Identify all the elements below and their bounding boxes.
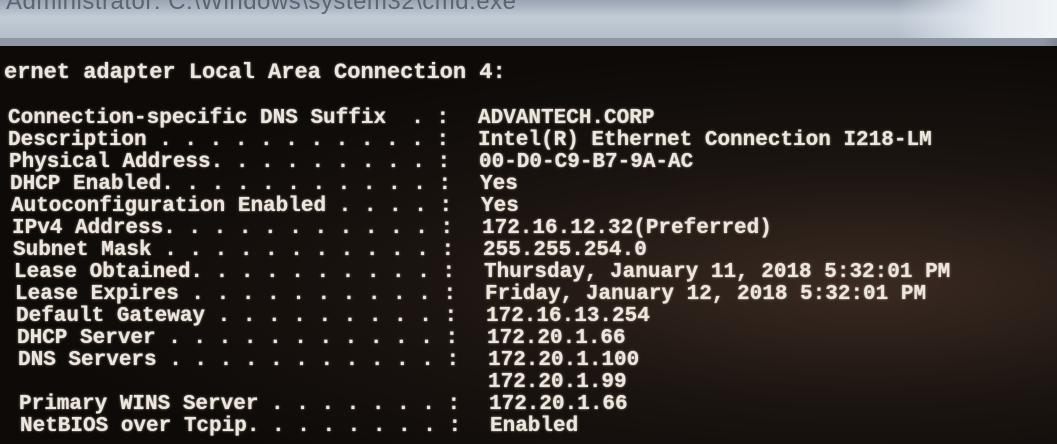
row-value: Yes <box>480 173 518 196</box>
row-label: Description . . . . . . . . . . . : <box>8 129 450 152</box>
row-netbios: NetBIOS over Tcpip. . . . . . . . : Enabl… <box>20 416 578 438</box>
row-value: Thursday, January 11, 2018 5:32:01 PM <box>484 261 951 284</box>
row-subnet-mask: Subnet Mask . . . . . . . . . . . : 255.2… <box>13 240 647 262</box>
row-value: 172.16.12.32(Preferred) <box>482 217 772 240</box>
row-default-gateway: Default Gateway . . . . . . . . . : 172.1… <box>16 306 650 328</box>
row-label: Lease Expires . . . . . . . . . . : <box>15 283 457 306</box>
window-title: Administrator: C:\Windows\system32\cmd.e… <box>6 0 517 15</box>
row-label: Autoconfiguration Enabled . . . . : <box>11 195 453 218</box>
row-label: DNS Servers . . . . . . . . . . . : <box>18 349 460 372</box>
console-output[interactable]: ernet adapter Local Area Connection 4: C… <box>0 46 1057 444</box>
row-value: 00-D0-C9-B7-9A-AC <box>479 151 694 174</box>
row-physical-address: Physical Address. . . . . . . . . : 00-D0… <box>9 152 693 174</box>
row-dhcp-enabled: DHCP Enabled. . . . . . . . . . . : Yes <box>10 174 518 196</box>
window-border <box>0 38 1057 46</box>
row-label: IPv4 Address. . . . . . . . . . . : <box>12 217 454 240</box>
row-ipv4-address: IPv4 Address. . . . . . . . . . . : 172.1… <box>12 218 772 240</box>
title-bar[interactable]: Administrator: C:\Windows\system32\cmd.e… <box>0 0 1057 38</box>
row-label: Connection-specific DNS Suffix . : <box>8 107 450 130</box>
row-value: 172.20.1.66 <box>489 393 628 416</box>
adapter-heading: ernet adapter Local Area Connection 4: <box>4 60 506 85</box>
row-value: 172.20.1.100 <box>488 349 640 372</box>
row-lease-obtained: Lease Obtained. . . . . . . . . . : Thurs… <box>14 262 950 284</box>
row-description: Description . . . . . . . . . . . : Intel… <box>8 130 932 152</box>
row-dns-servers-secondary: 172.20.1.99 <box>18 372 627 394</box>
row-value: Intel(R) Ethernet Connection I218-LM <box>478 129 932 152</box>
row-value: 172.16.13.254 <box>486 305 650 328</box>
row-label: Physical Address. . . . . . . . . : <box>9 151 451 174</box>
row-value: ADVANTECH.CORP <box>478 107 655 130</box>
row-label: Primary WINS Server . . . . . . . : <box>19 393 461 416</box>
row-label: DHCP Enabled. . . . . . . . . . . : <box>10 173 452 196</box>
row-label: DHCP Server . . . . . . . . . . . : <box>17 327 459 350</box>
row-dhcp-server: DHCP Server . . . . . . . . . . . : 172.2… <box>17 328 626 350</box>
row-value: 255.255.254.0 <box>483 239 647 262</box>
row-dns-servers: DNS Servers . . . . . . . . . . . : 172.2… <box>18 350 639 372</box>
row-value: Yes <box>481 195 519 218</box>
row-lease-expires: Lease Expires . . . . . . . . . . : Frida… <box>15 284 926 306</box>
row-primary-wins: Primary WINS Server . . . . . . . : 172.2… <box>19 394 628 416</box>
window-controls-area <box>897 0 1057 38</box>
row-value: 172.20.1.66 <box>487 327 626 350</box>
row-value: 172.20.1.99 <box>488 371 627 394</box>
row-label: Default Gateway . . . . . . . . . : <box>16 305 458 328</box>
cmd-window: Administrator: C:\Windows\system32\cmd.e… <box>0 0 1057 444</box>
row-label: Lease Obtained. . . . . . . . . . : <box>14 261 456 284</box>
row-value: Enabled <box>490 415 579 438</box>
row-label: NetBIOS over Tcpip. . . . . . . . : <box>20 415 462 438</box>
row-value: Friday, January 12, 2018 5:32:01 PM <box>485 283 927 306</box>
row-autoconfiguration: Autoconfiguration Enabled . . . . : Yes <box>11 196 519 218</box>
row-label: Subnet Mask . . . . . . . . . . . : <box>13 239 455 262</box>
row-dns-suffix: Connection-specific DNS Suffix . : ADVANT… <box>8 108 654 130</box>
